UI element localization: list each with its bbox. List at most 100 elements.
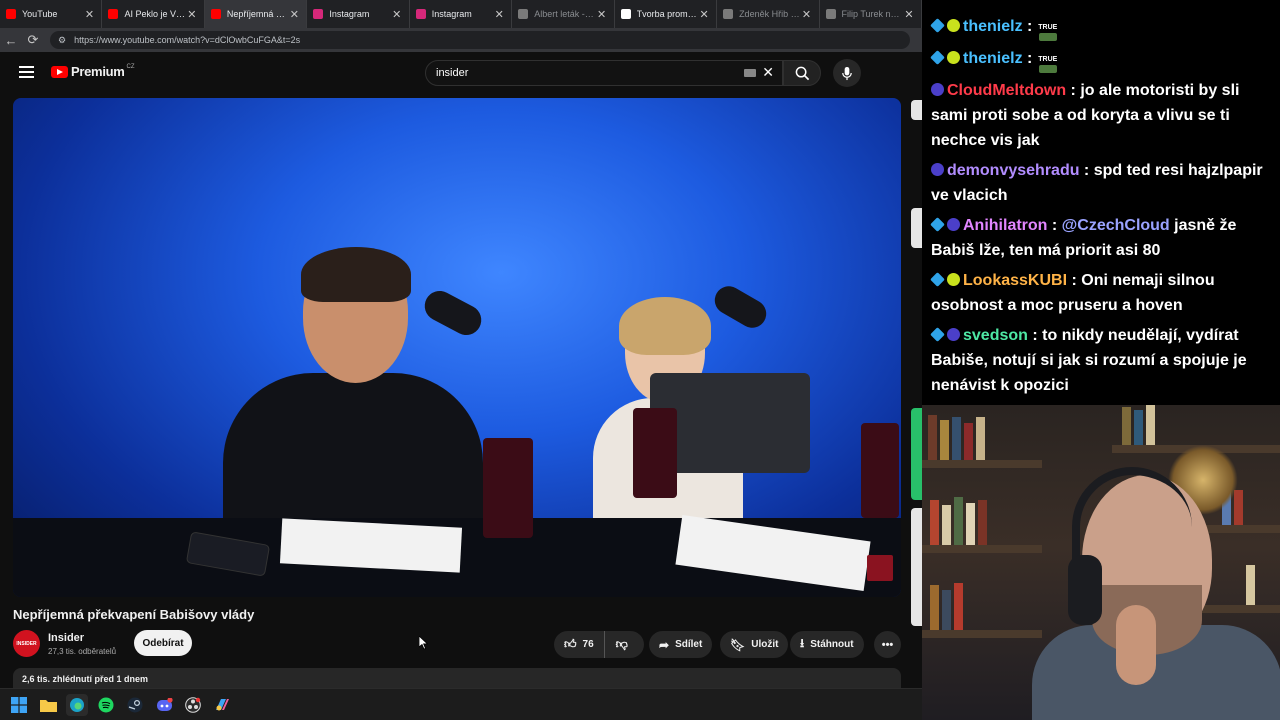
youtube-header: Premium CZ insider ✕ — [0, 52, 922, 94]
related-videos-edge — [910, 98, 922, 628]
search-button[interactable] — [783, 60, 821, 86]
tab-title: Tvorba promo ob — [636, 9, 698, 19]
chat-message: thenielz : TRUE — [930, 14, 1272, 41]
menu-icon[interactable] — [19, 66, 34, 81]
back-icon[interactable]: ← — [0, 33, 22, 48]
save-button[interactable]: 🔖︎ Uložit — [720, 631, 789, 658]
obs-icon[interactable] — [182, 694, 204, 716]
download-icon: ⭳ — [800, 636, 805, 650]
video-glass — [483, 438, 533, 538]
chat-badge-icon — [947, 273, 960, 286]
close-tab-icon[interactable]: ✕ — [596, 8, 608, 21]
spotify-icon[interactable] — [95, 694, 117, 716]
share-arrow-icon: ➦ — [659, 637, 670, 652]
bookshelf — [1192, 605, 1280, 613]
description-box[interactable]: 2,6 tis. zhlédnutí před 1 dnem — [13, 668, 901, 688]
chat-message: Anihilatron : @CzechCloud jasně že Babiš… — [930, 217, 1237, 259]
tab-title: YouTube — [22, 9, 58, 19]
video-player[interactable] — [13, 98, 901, 597]
search-input[interactable]: insider ✕ — [425, 60, 783, 86]
keyboard-icon[interactable] — [744, 69, 756, 77]
chat-message: CloudMeltdown : jo ale motoristi by sli … — [931, 82, 1240, 149]
share-button[interactable]: ➦ Sdílet — [649, 631, 713, 658]
chat-badge-icon — [930, 18, 945, 33]
browser-tab[interactable]: Instagram ✕ — [410, 0, 513, 28]
youtube-logo[interactable]: Premium CZ — [51, 64, 135, 79]
book — [1146, 405, 1155, 445]
clear-search-icon[interactable]: ✕ — [762, 64, 774, 81]
microphone-icon — [842, 66, 852, 80]
close-tab-icon[interactable]: ✕ — [391, 8, 403, 21]
url-field[interactable]: ⚙ https://www.youtube.com/watch?v=dClOwb… — [50, 31, 910, 49]
download-button[interactable]: ⭳ Stáhnout — [790, 631, 864, 658]
youtube-play-icon — [51, 65, 68, 78]
true-emote-label: TRUE — [1038, 24, 1058, 31]
book — [964, 423, 973, 460]
channel-avatar[interactable]: INSIDER — [13, 630, 40, 657]
share-label: Sdílet — [675, 639, 703, 650]
channel-watermark-icon[interactable] — [867, 555, 893, 581]
close-tab-icon[interactable]: ✕ — [903, 8, 915, 21]
close-tab-icon[interactable]: ✕ — [83, 8, 95, 21]
steam-icon[interactable] — [124, 694, 146, 716]
tab-title: Instagram — [431, 9, 472, 19]
close-tab-icon[interactable]: ✕ — [801, 8, 813, 21]
browser-tab[interactable]: AI Peklo je Všude✕ — [102, 0, 205, 28]
tab-favicon-icon — [415, 9, 426, 19]
chat-username: thenielz — [963, 50, 1023, 67]
true-emote-label: TRUE — [1038, 56, 1058, 63]
chat-mention: @CzechCloud — [1061, 217, 1170, 234]
site-info-icon[interactable]: ⚙ — [58, 35, 66, 46]
close-tab-icon[interactable]: ✕ — [493, 8, 505, 21]
edge-browser-icon[interactable] — [66, 693, 88, 716]
browser-tab[interactable]: YouTube ✕ — [0, 0, 103, 28]
screen: YouTube✕AI Peklo je Všude✕Nepříjemná pře… — [0, 0, 1280, 720]
book — [976, 417, 985, 460]
copilot-icon[interactable] — [211, 694, 233, 716]
file-explorer-icon[interactable] — [37, 694, 59, 716]
dislike-button[interactable]: 👎︎ — [605, 631, 639, 658]
chat-badge-icon — [930, 217, 945, 232]
browser-tab[interactable]: Filip Turek na pla✕ — [820, 0, 922, 28]
discord-icon[interactable] — [153, 694, 175, 716]
chat-overlay: thenielz : TRUE thenielz : TRUE CloudMeltd… — [922, 0, 1280, 405]
book — [1246, 565, 1255, 605]
chat-badge-icon — [947, 328, 960, 341]
browser-tab[interactable]: Tvorba promo ob✕ — [615, 0, 718, 28]
subscribe-button[interactable]: Odebírat — [134, 630, 192, 656]
video-glass — [861, 423, 899, 518]
chat-username: thenielz — [963, 18, 1023, 35]
view-count-and-date: 2,6 tis. zhlédnutí před 1 dnem — [22, 674, 149, 684]
tab-favicon-icon — [723, 9, 734, 19]
tab-title: Zdeněk Hřib na p — [739, 9, 801, 19]
chat-badge-icon — [930, 50, 945, 65]
close-tab-icon[interactable]: ✕ — [186, 8, 198, 21]
book — [966, 503, 975, 545]
browser-tab[interactable]: Albert leták - Sup✕ — [512, 0, 615, 28]
chat-username: Anihilatron — [963, 217, 1048, 234]
browser-tab[interactable]: Instagram ✕ — [307, 0, 410, 28]
close-tab-icon[interactable]: ✕ — [698, 8, 710, 21]
browser-tab[interactable]: Nepříjemná překv✕ — [204, 0, 308, 28]
channel-name[interactable]: Insider — [48, 632, 84, 644]
chat-badge-icon — [947, 51, 960, 64]
headset-icon — [1068, 555, 1102, 625]
book — [928, 415, 937, 460]
search-icon — [795, 66, 809, 80]
windows-start-icon[interactable] — [8, 694, 30, 716]
reload-icon[interactable]: ⟳ — [22, 32, 44, 48]
bookshelf — [922, 460, 1042, 468]
like-dislike-group: 👍︎ 76 👎︎ — [554, 631, 644, 658]
address-bar-row: ← ⟳ ⚙ https://www.youtube.com/watch?v=dC… — [0, 28, 922, 52]
browser-tab[interactable]: Zdeněk Hřib na p✕ — [717, 0, 820, 28]
save-label: Uložit — [751, 639, 779, 650]
close-tab-icon[interactable]: ✕ — [288, 8, 300, 21]
tab-favicon-icon — [620, 9, 631, 19]
url-text: https://www.youtube.com/watch?v=dClOwbCu… — [74, 35, 301, 45]
tab-title: Filip Turek na pla — [841, 9, 903, 19]
like-button[interactable]: 👍︎ 76 — [554, 631, 605, 658]
logo-region: CZ — [126, 63, 135, 70]
more-actions-button[interactable]: ••• — [874, 631, 901, 658]
voice-search-button[interactable] — [833, 59, 861, 87]
book — [942, 590, 951, 630]
